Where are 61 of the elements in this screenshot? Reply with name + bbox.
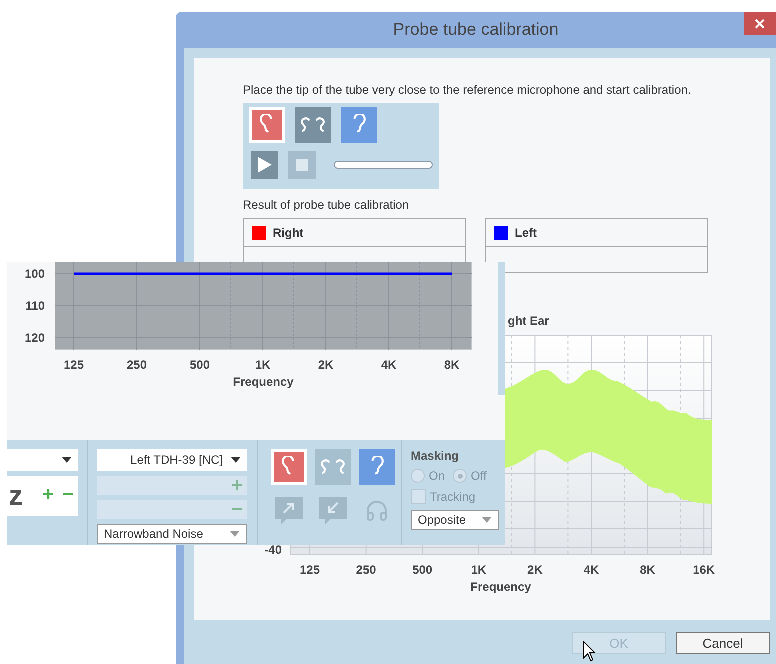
play-button[interactable] <box>251 151 278 179</box>
decrease-button[interactable]: − <box>227 500 247 518</box>
frequency-field[interactable]: z + − <box>7 476 78 516</box>
axis-tick-label: 2K <box>528 563 543 577</box>
axis-tick-label: 1K <box>471 563 487 577</box>
axis-tick-label: 500 <box>412 563 433 577</box>
axis-tick-label: 250 <box>356 563 376 577</box>
caret-icon <box>62 457 72 463</box>
caret-icon <box>482 517 492 523</box>
ear-button[interactable] <box>249 107 285 143</box>
close-button[interactable] <box>744 12 776 35</box>
bubble-arrow-down-icon <box>319 497 347 525</box>
window-title: Probe tube calibration <box>393 20 559 40</box>
close-icon <box>755 18 765 28</box>
ear-button[interactable] <box>295 107 331 143</box>
axis-tick-label: -40 <box>264 543 282 557</box>
axis-tick-label: 125 <box>64 358 84 372</box>
caret-icon <box>231 457 241 463</box>
axis-tick-label: 4K <box>381 358 397 372</box>
masking-title: Masking <box>411 449 460 463</box>
scroll-bar[interactable] <box>498 262 505 395</box>
ear-button[interactable] <box>359 449 395 485</box>
headphones-icon <box>365 499 389 523</box>
mouse-pointer-icon <box>583 641 597 663</box>
caret-icon <box>230 531 240 537</box>
play-icon <box>258 157 272 173</box>
axis-title: Frequency <box>232 375 295 389</box>
ear-button[interactable] <box>341 107 377 143</box>
increase-button[interactable]: + <box>227 476 247 494</box>
axis-tick-label: 16K <box>693 563 716 577</box>
cancel-button[interactable]: Cancel <box>676 632 770 654</box>
axis-tick-label: 120 <box>24 331 45 345</box>
axis-title: Frequency <box>470 580 532 594</box>
level-field[interactable]: − <box>97 500 247 519</box>
axis-tick-label: 2K <box>318 358 334 372</box>
axis-tick-label: 8K <box>444 358 460 372</box>
axis-tick-label: 110 <box>26 299 45 313</box>
axis-tick-label: 125 <box>300 563 320 577</box>
instruction-text: Place the tip of the tube very close to the reference microphone and start calibration. <box>243 83 692 97</box>
ears-icon <box>300 115 326 135</box>
axis-tick-label: 4K <box>584 563 600 577</box>
decrease-button[interactable]: − <box>58 486 78 504</box>
ear-label: Right <box>273 226 304 240</box>
axis-tick-label: 1K <box>255 358 271 372</box>
axis-tick-label: 500 <box>190 358 210 372</box>
axis-tick-label: 250 <box>126 358 148 372</box>
bubble-arrow-up-icon <box>275 497 303 525</box>
ear-label: Left <box>515 226 537 240</box>
stimulus-dropdown[interactable]: Narrowband Noise <box>97 524 247 544</box>
increase-button[interactable]: + <box>38 486 58 504</box>
ears-icon <box>320 457 346 477</box>
chart-title: ght Ear <box>507 314 550 330</box>
frequency-dropdown[interactable] <box>7 449 78 471</box>
ear-button[interactable] <box>271 449 307 485</box>
result-label: Result of probe tube calibration <box>243 198 410 212</box>
level-field[interactable]: + <box>97 476 247 495</box>
output-dropdown[interactable]: Left TDH-39 [NC] <box>97 449 247 471</box>
axis-tick-label: 100 <box>24 267 45 281</box>
stop-icon <box>296 159 308 171</box>
unit-label: z <box>9 480 23 512</box>
axis-tick-label: 8K <box>640 563 656 577</box>
